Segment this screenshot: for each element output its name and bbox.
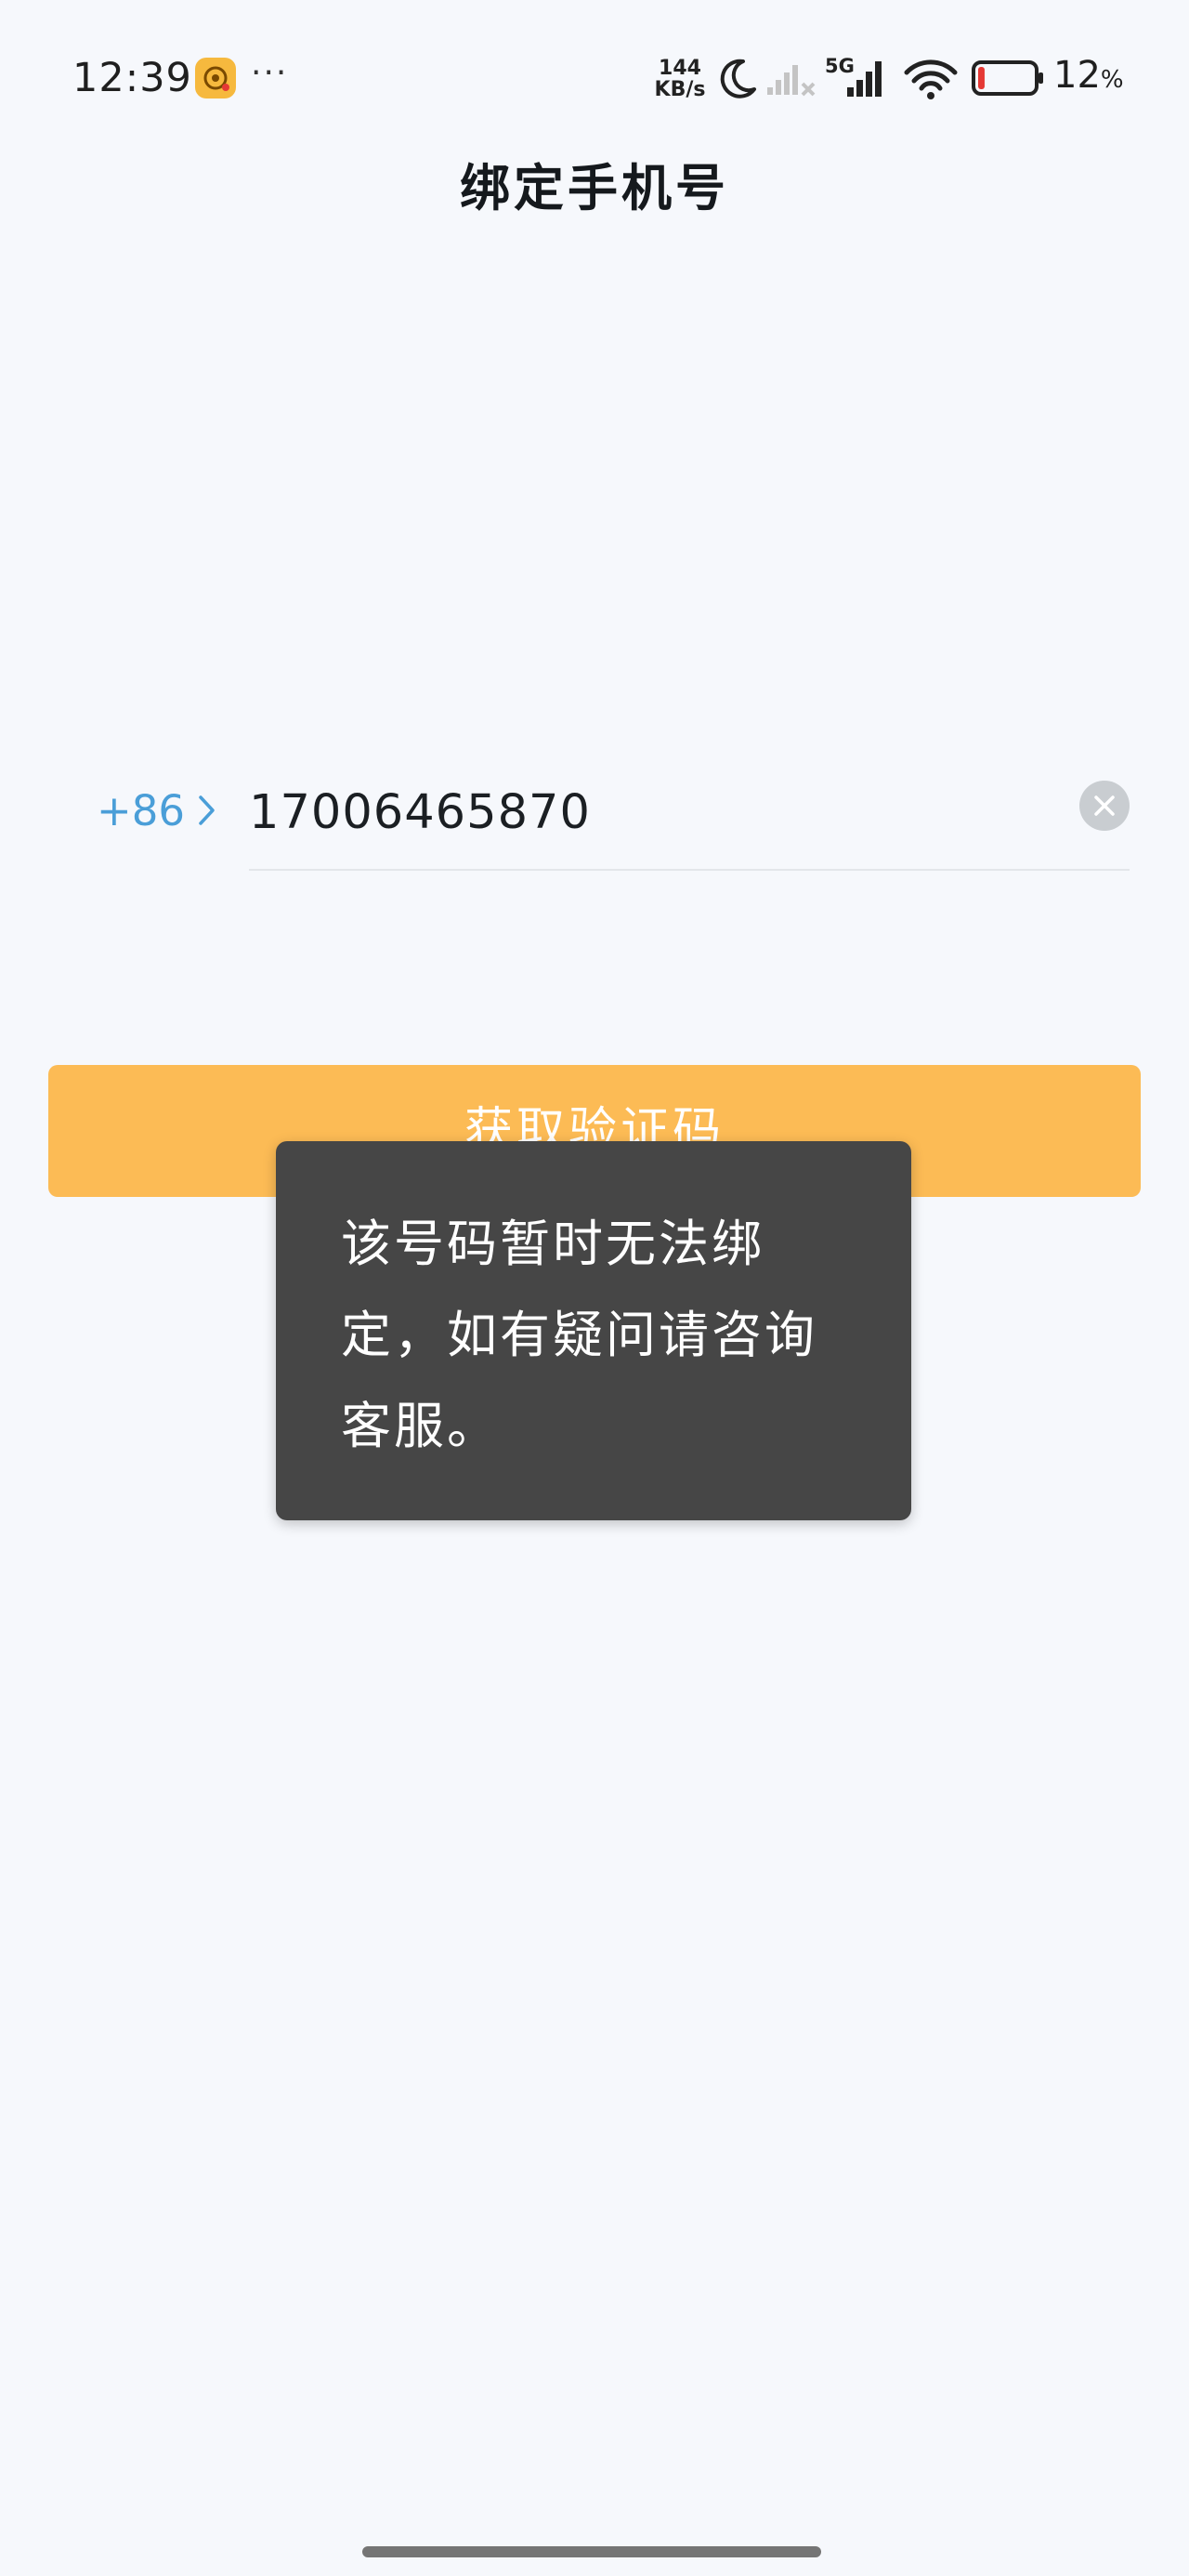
status-time: 12:39 [72, 55, 192, 101]
status-more-icon: ··· [251, 54, 289, 92]
battery-value: 12 [1053, 54, 1101, 97]
country-code-selector[interactable]: +86 [97, 782, 216, 838]
close-icon [1094, 795, 1115, 816]
input-underline [249, 869, 1130, 871]
toast-message: 该号码暂时无法绑 定，如有疑问请咨询 客服。 [276, 1141, 911, 1520]
wifi-icon [904, 59, 958, 99]
country-code-label: +86 [97, 785, 185, 835]
toast-line: 该号码暂时无法绑 [341, 1215, 764, 1273]
status-bar: 12:39 ··· 144 KB/s 5G 12% [0, 0, 1189, 139]
clear-input-button[interactable] [1079, 781, 1130, 831]
app-notification-icon [195, 58, 236, 99]
moon-icon [720, 59, 756, 99]
phone-number-input[interactable] [249, 775, 1048, 849]
page-title: 绑定手机号 [460, 159, 729, 217]
network-speed: 144 KB/s [650, 58, 710, 100]
toast-line: 定，如有疑问请咨询 [341, 1306, 817, 1364]
network-speed-value: 144 [659, 57, 701, 80]
no-signal-icon [767, 65, 816, 97]
battery-unit: % [1100, 66, 1124, 94]
network-type-label: 5G [825, 55, 855, 77]
signal-5g-icon: 5G [825, 55, 882, 97]
toast-line: 客服。 [341, 1397, 500, 1455]
battery-icon [972, 60, 1043, 96]
battery-percentage: 12% [1053, 54, 1124, 97]
chevron-right-icon [199, 795, 215, 825]
network-speed-unit: KB/s [654, 78, 706, 101]
home-indicator[interactable] [362, 2546, 821, 2557]
